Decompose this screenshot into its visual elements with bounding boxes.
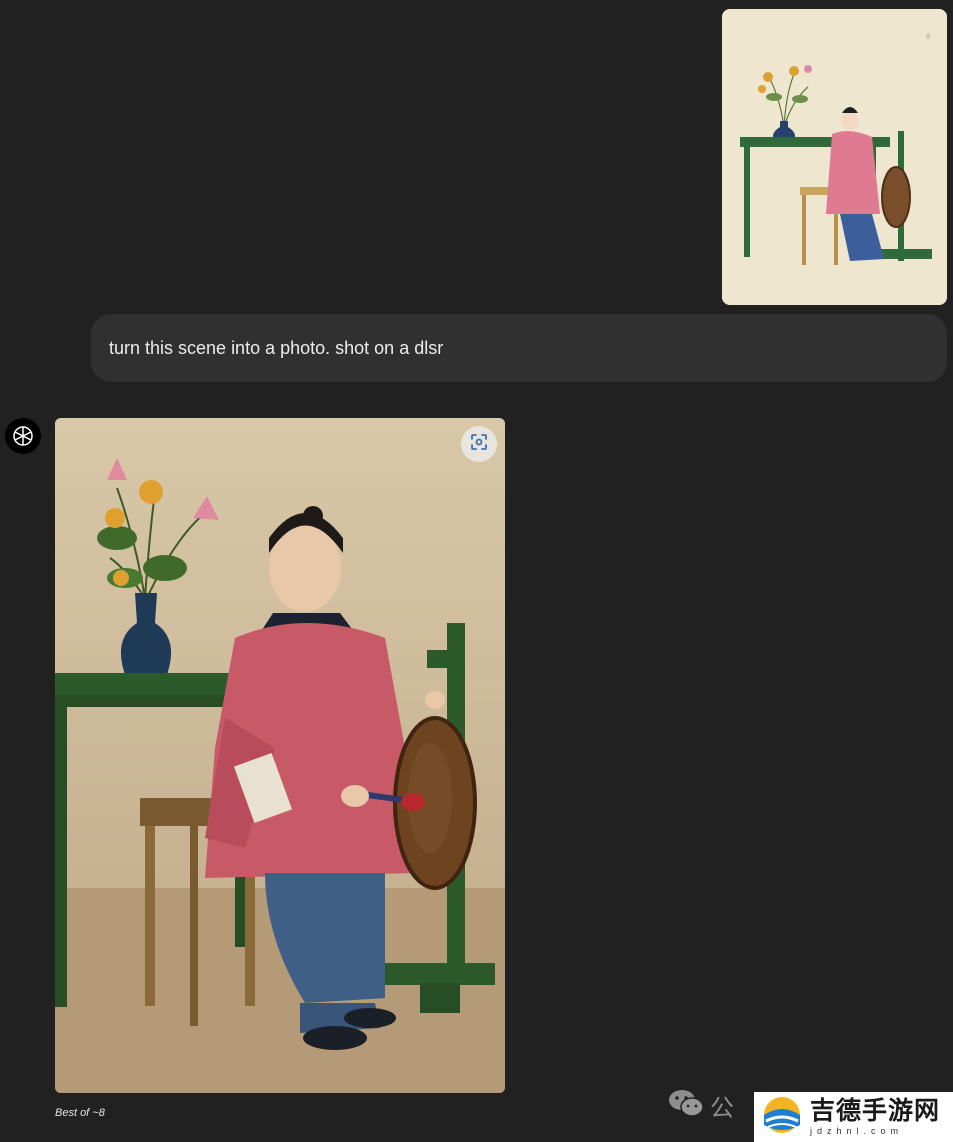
site-logo-icon: [760, 1095, 804, 1140]
select-area-icon: [469, 432, 489, 457]
result-caption: Best of ~8: [55, 1107, 105, 1119]
site-name: 吉德手游网: [810, 1096, 941, 1125]
site-logo-watermark: 吉德手游网 jdzhnl.com: [754, 1092, 953, 1142]
select-area-button[interactable]: [461, 426, 497, 462]
generated-photo-image[interactable]: [55, 418, 505, 1093]
svg-text:8: 8: [926, 32, 930, 41]
site-domain: jdzhnl.com: [810, 1125, 904, 1136]
user-message-text: turn this scene into a photo. shot on a …: [109, 337, 444, 358]
wechat-watermark: 公: [668, 1080, 768, 1130]
user-message-bubble: turn this scene into a photo. shot on a …: [91, 314, 947, 382]
uploaded-painting-image[interactable]: 8: [722, 9, 947, 305]
wechat-icon: [668, 1088, 704, 1123]
openai-logo-icon: [5, 418, 41, 454]
wechat-watermark-text: 公: [710, 1094, 734, 1122]
